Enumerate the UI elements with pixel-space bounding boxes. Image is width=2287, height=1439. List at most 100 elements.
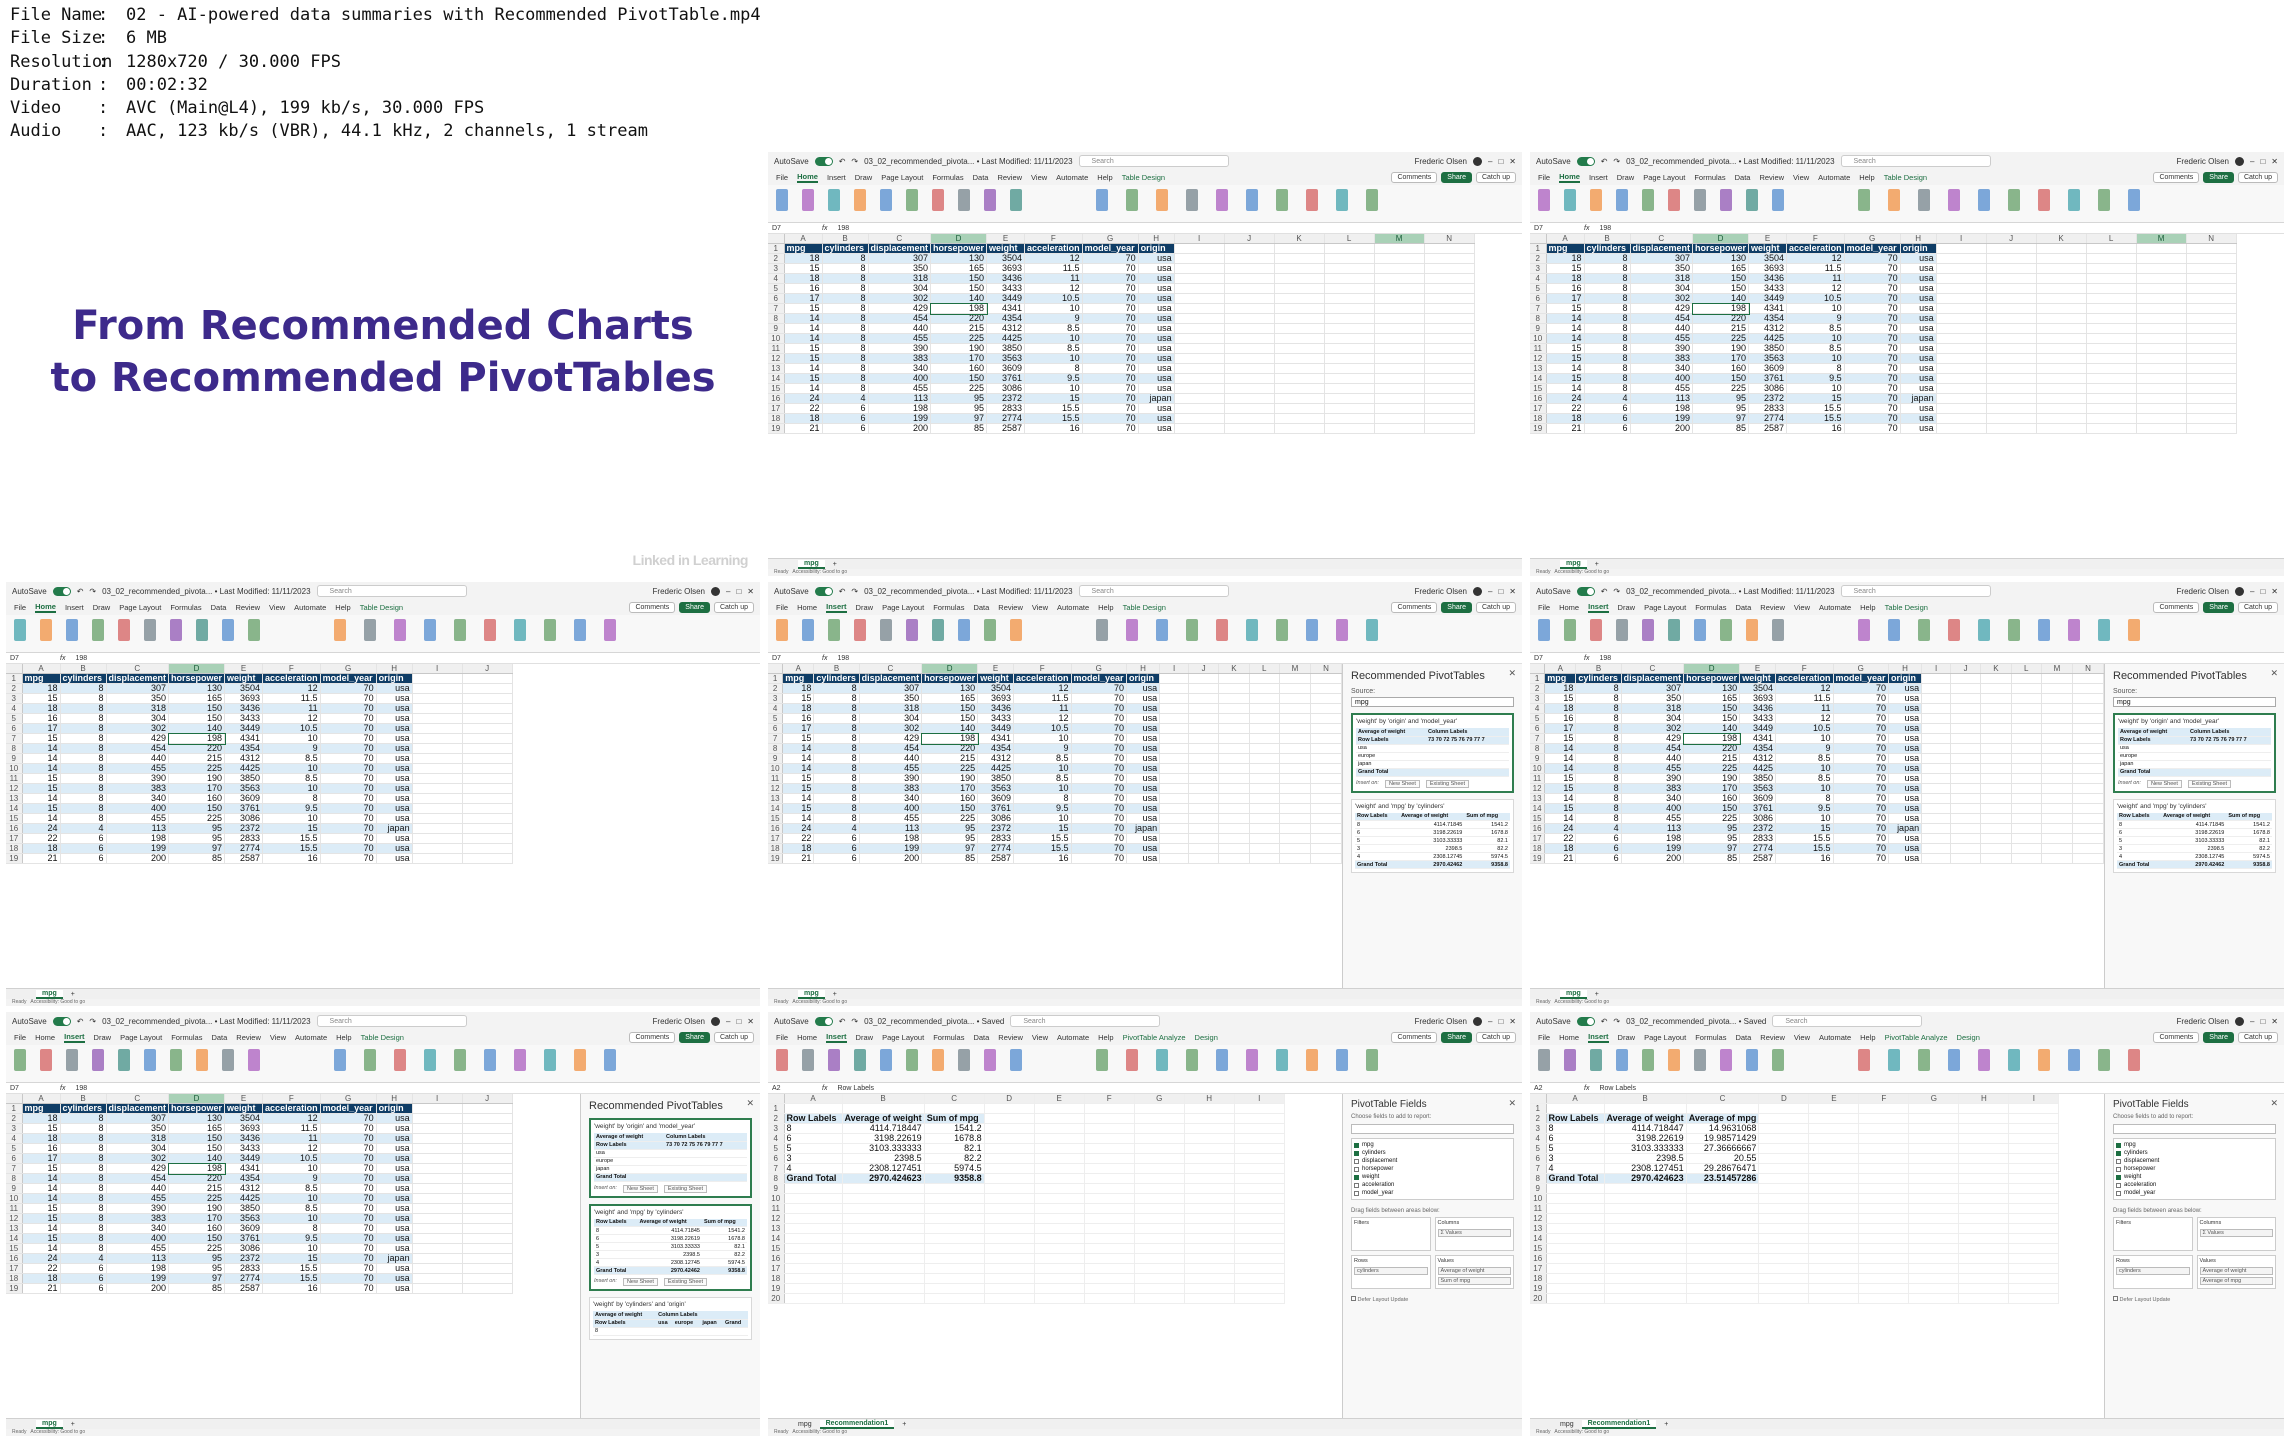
empty-cell[interactable] (1424, 393, 1475, 405)
tab-page-layout[interactable]: Page Layout (882, 1033, 924, 1042)
table-cell[interactable]: 97 (168, 843, 226, 855)
row-header[interactable]: 9 (1530, 753, 1546, 765)
empty-cell[interactable] (2072, 713, 2104, 725)
table-cell[interactable]: 22 (782, 833, 815, 845)
empty-cell[interactable] (1958, 1193, 2010, 1205)
tab-page-layout[interactable]: Page Layout (120, 1033, 162, 1042)
table-cell[interactable]: usa (1126, 733, 1161, 745)
table-cell[interactable]: usa (1900, 283, 1937, 295)
empty-cell[interactable] (1159, 673, 1190, 685)
empty-cell[interactable] (412, 733, 463, 745)
empty-cell[interactable] (2186, 303, 2237, 315)
empty-cell[interactable] (1034, 1103, 1085, 1115)
table-cell[interactable]: 8 (60, 1213, 107, 1225)
tab-page-layout[interactable]: Page Layout (882, 603, 924, 612)
table-cell[interactable]: 18 (1546, 273, 1585, 285)
table-cell[interactable]: 6 (1575, 833, 1622, 845)
table-cell[interactable]: 8 (1584, 373, 1631, 385)
empty-cell[interactable] (1034, 1223, 1085, 1235)
empty-cell[interactable] (462, 733, 513, 745)
empty-cell[interactable] (784, 1263, 843, 1275)
table-cell[interactable]: 70 (1833, 823, 1890, 835)
new-sheet-button[interactable]: New Sheet (2146, 779, 2182, 788)
empty-cell[interactable] (1218, 823, 1250, 835)
ribbon-command-icon[interactable] (1306, 189, 1318, 211)
table-cell[interactable]: 3436 (224, 703, 264, 715)
empty-cell[interactable] (1686, 1193, 1760, 1205)
empty-cell[interactable] (1224, 353, 1275, 365)
empty-cell[interactable] (784, 1223, 843, 1235)
empty-cell[interactable] (1174, 283, 1225, 295)
undo-icon[interactable]: ↶ (839, 157, 846, 166)
empty-cell[interactable] (1034, 1163, 1085, 1175)
table-cell[interactable]: 4341 (1748, 303, 1788, 315)
empty-cell[interactable] (2186, 353, 2237, 365)
add-sheet-icon[interactable]: + (833, 991, 837, 998)
empty-cell[interactable] (1174, 293, 1225, 305)
table-cell[interactable]: 8 (813, 803, 860, 815)
empty-cell[interactable] (412, 1253, 463, 1265)
table-header-cell[interactable]: horsepower (168, 1103, 226, 1115)
empty-cell[interactable] (1310, 673, 1342, 685)
table-header-cell[interactable]: model_year (1833, 673, 1890, 685)
redo-icon[interactable]: ↷ (851, 1017, 858, 1026)
table-cell[interactable]: usa (376, 803, 413, 815)
ribbon-command-icon[interactable] (1668, 189, 1680, 211)
table-cell[interactable]: 2833 (977, 833, 1014, 845)
empty-cell[interactable] (1858, 1123, 1910, 1135)
table-cell[interactable]: 2774 (986, 413, 1026, 425)
tab-home[interactable]: Home (35, 1033, 55, 1042)
empty-cell[interactable] (2008, 1163, 2060, 1175)
empty-cell[interactable] (2008, 1243, 2060, 1255)
catch-up-button[interactable]: Catch up (1475, 602, 1516, 613)
column-header[interactable]: B (1604, 1094, 1687, 1105)
empty-cell[interactable] (1184, 1283, 1235, 1295)
table-cell[interactable]: 8 (1013, 793, 1072, 805)
table-cell[interactable]: 304 (1621, 713, 1685, 725)
table-header-cell[interactable]: acceleration (1013, 673, 1072, 685)
table-cell[interactable]: 8.5 (1786, 343, 1845, 355)
column-header[interactable]: B (1584, 234, 1631, 245)
table-header-cell[interactable]: model_year (320, 673, 377, 685)
tab-automate[interactable]: Automate (1819, 1033, 1851, 1042)
table-cell[interactable]: 307 (868, 253, 932, 265)
table-cell[interactable]: 140 (168, 1153, 226, 1165)
table-cell[interactable]: usa (1138, 363, 1175, 375)
table-cell[interactable]: 3436 (1739, 703, 1776, 715)
empty-cell[interactable] (1174, 413, 1225, 425)
table-cell[interactable]: 18 (22, 843, 61, 855)
avatar[interactable] (711, 586, 720, 596)
ribbon-command-icon[interactable] (334, 619, 346, 641)
maximize-icon[interactable]: □ (2260, 1017, 2265, 1026)
empty-cell[interactable] (1986, 313, 2037, 325)
ribbon-command-icon[interactable] (196, 1049, 208, 1071)
row-header[interactable]: 3 (1530, 1123, 1547, 1135)
table-cell[interactable]: 70 (320, 1123, 377, 1135)
table-cell[interactable]: 2372 (1739, 823, 1776, 835)
table-cell[interactable]: 130 (1683, 683, 1741, 695)
ribbon-command-icon[interactable] (828, 1049, 840, 1071)
empty-cell[interactable] (1958, 1203, 2010, 1215)
column-header[interactable]: I (1921, 664, 1952, 675)
column-header[interactable]: J (1224, 234, 1275, 245)
empty-cell[interactable] (2011, 793, 2042, 805)
empty-cell[interactable] (1184, 1143, 1235, 1155)
empty-cell[interactable] (1921, 843, 1952, 855)
table-cell[interactable]: 70 (320, 1283, 377, 1295)
table-cell[interactable]: 3693 (1748, 263, 1788, 275)
empty-cell[interactable] (2072, 723, 2104, 735)
table-cell[interactable]: 4 (813, 823, 860, 835)
table-cell[interactable]: 16 (22, 1143, 61, 1155)
table-cell[interactable]: 170 (921, 783, 979, 795)
empty-cell[interactable] (412, 843, 463, 855)
close-icon[interactable]: ✕ (1509, 1017, 1522, 1026)
table-cell[interactable]: 10 (262, 733, 321, 745)
pivot-value-cell[interactable]: 19.98571429 (1686, 1133, 1760, 1145)
table-cell[interactable]: 10 (1786, 383, 1845, 395)
empty-cell[interactable] (1808, 1173, 1860, 1185)
empty-cell[interactable] (2086, 283, 2137, 295)
tab-automate[interactable]: Automate (1057, 1033, 1089, 1042)
empty-cell[interactable] (2072, 763, 2104, 775)
ribbon-command-icon[interactable] (2098, 619, 2110, 641)
empty-cell[interactable] (1159, 833, 1190, 845)
